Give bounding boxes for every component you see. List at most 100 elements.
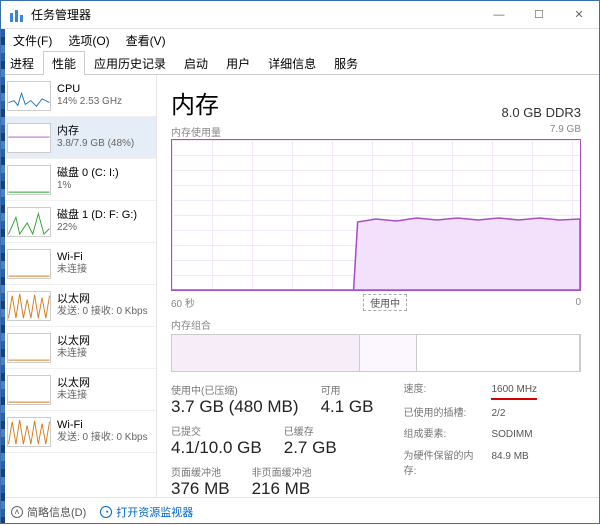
sidebar-item-sub: 未连接 (57, 348, 90, 360)
sidebar-thumb (7, 165, 51, 195)
stat-block: 非页面缓冲池 216 MB (252, 464, 312, 499)
stat-block: 页面缓冲池 376 MB (171, 464, 230, 499)
stat-value: 2.7 GB (284, 438, 337, 458)
tab-users[interactable]: 用户 (217, 51, 259, 75)
chart-x-left: 60 秒 (171, 295, 195, 310)
sidebar-item-3[interactable]: 磁盘 1 (D: F: G:) 22% (1, 201, 156, 243)
sidebar-item-sub: 发送: 0 接收: 0 Kbps (57, 432, 148, 444)
menu-file[interactable]: 文件(F) (5, 30, 60, 51)
chevron-up-icon: ˄ (11, 506, 23, 518)
kv-key: 已使用的插槽: (403, 406, 481, 422)
in-use-marker: 使用中 (363, 294, 407, 311)
kv-row: 速度: 1600 MHz (403, 382, 537, 400)
titlebar[interactable]: 任务管理器 — ☐ ✕ (1, 1, 599, 29)
sidebar-item-name: Wi-Fi (57, 419, 148, 432)
stat-label: 已缓存 (284, 423, 337, 438)
chart-ylabel: 内存使用量 (171, 124, 221, 139)
stat-value: 216 MB (252, 479, 312, 499)
fewer-details-button[interactable]: ˄ 简略信息(D) (11, 504, 86, 520)
sidebar: CPU 14% 2.53 GHz 内存 3.8/7.9 GB (48%) 磁盘 … (1, 75, 157, 497)
sidebar-thumb (7, 333, 51, 363)
sidebar-thumb (7, 375, 51, 405)
stat-block: 已缓存 2.7 GB (284, 423, 337, 458)
memory-composition-bar (171, 334, 581, 372)
maximize-button[interactable]: ☐ (519, 1, 559, 29)
sidebar-item-name: Wi-Fi (57, 251, 87, 264)
kv-value: 2/2 (491, 406, 505, 422)
sidebar-item-name: CPU (57, 83, 122, 96)
tab-apphistory[interactable]: 应用历史记录 (85, 51, 175, 75)
kv-key: 组成要素: (403, 427, 481, 443)
tab-details[interactable]: 详细信息 (259, 51, 325, 75)
main-panel: 内存 8.0 GB DDR3 内存使用量 7.9 GB 60 秒 使用中 0 内… (157, 75, 599, 497)
sidebar-item-2[interactable]: 磁盘 0 (C: I:) 1% (1, 159, 156, 201)
sidebar-item-sub: 发送: 0 接收: 0 Kbps (57, 306, 148, 318)
menu-options[interactable]: 选项(O) (60, 30, 117, 51)
sidebar-item-sub: 14% 2.53 GHz (57, 96, 122, 108)
sidebar-item-name: 磁盘 0 (C: I:) (57, 167, 119, 180)
sidebar-item-name: 内存 (57, 125, 134, 138)
sidebar-thumb (7, 81, 51, 111)
open-resmon-link[interactable]: ◔ 打开资源监视器 (100, 504, 193, 520)
sidebar-item-7[interactable]: 以太网 未连接 (1, 369, 156, 411)
sidebar-thumb (7, 249, 51, 279)
window-edge-strip (1, 29, 5, 523)
tab-processes[interactable]: 进程 (1, 51, 43, 75)
kv-row: 组成要素: SODIMM (403, 427, 537, 443)
minimize-button[interactable]: — (479, 1, 519, 29)
sidebar-item-5[interactable]: 以太网 发送: 0 接收: 0 Kbps (1, 285, 156, 327)
sidebar-item-sub: 未连接 (57, 390, 90, 402)
composition-label: 内存组合 (171, 317, 581, 332)
footer: ˄ 简略信息(D) ◔ 打开资源监视器 (1, 497, 599, 525)
sidebar-thumb (7, 123, 51, 153)
kv-key: 为硬件保留的内存: (403, 449, 481, 480)
sidebar-item-name: 以太网 (57, 293, 148, 306)
stat-label: 可用 (321, 382, 374, 397)
close-button[interactable]: ✕ (559, 1, 599, 29)
sidebar-item-0[interactable]: CPU 14% 2.53 GHz (1, 75, 156, 117)
tab-startup[interactable]: 启动 (175, 51, 217, 75)
kv-value: 1600 MHz (491, 382, 537, 400)
stat-label: 已提交 (171, 423, 262, 438)
stat-label: 页面缓冲池 (171, 464, 230, 479)
resmon-icon: ◔ (100, 506, 112, 518)
window-title: 任务管理器 (31, 6, 479, 23)
sidebar-item-1[interactable]: 内存 3.8/7.9 GB (48%) (1, 117, 156, 159)
sidebar-item-name: 磁盘 1 (D: F: G:) (57, 209, 137, 222)
stat-block: 使用中(已压缩) 3.7 GB (480 MB) (171, 382, 299, 417)
sidebar-item-name: 以太网 (57, 335, 90, 348)
chart-ymax: 7.9 GB (550, 124, 581, 139)
sidebar-item-sub: 3.8/7.9 GB (48%) (57, 138, 134, 150)
kv-value: SODIMM (491, 427, 532, 443)
sidebar-thumb (7, 207, 51, 237)
composition-used (172, 335, 360, 371)
sidebar-item-name: 以太网 (57, 377, 90, 390)
app-icon (9, 7, 25, 23)
menu-view[interactable]: 查看(V) (118, 30, 174, 51)
kv-value: 84.9 MB (491, 449, 528, 480)
composition-free (417, 335, 580, 371)
sidebar-item-sub: 1% (57, 180, 119, 192)
memory-usage-chart (171, 139, 581, 291)
stat-value: 4.1/10.0 GB (171, 438, 262, 458)
tab-services[interactable]: 服务 (325, 51, 367, 75)
page-title: 内存 (171, 85, 219, 120)
sidebar-item-6[interactable]: 以太网 未连接 (1, 327, 156, 369)
sidebar-thumb (7, 417, 51, 447)
tabbar: 进程 性能 应用历史记录 启动 用户 详细信息 服务 (1, 51, 599, 75)
sidebar-item-sub: 未连接 (57, 264, 87, 276)
kv-row: 为硬件保留的内存: 84.9 MB (403, 449, 537, 480)
composition-cached (360, 335, 417, 371)
kv-key: 速度: (403, 382, 481, 400)
sidebar-item-sub: 22% (57, 222, 137, 234)
stat-block: 已提交 4.1/10.0 GB (171, 423, 262, 458)
sidebar-item-4[interactable]: Wi-Fi 未连接 (1, 243, 156, 285)
stat-value: 3.7 GB (480 MB) (171, 397, 299, 417)
menubar: 文件(F) 选项(O) 查看(V) (1, 29, 599, 51)
stat-block: 可用 4.1 GB (321, 382, 374, 417)
stat-label: 使用中(已压缩) (171, 382, 299, 397)
kv-row: 已使用的插槽: 2/2 (403, 406, 537, 422)
sidebar-item-8[interactable]: Wi-Fi 发送: 0 接收: 0 Kbps (1, 411, 156, 453)
stat-value: 376 MB (171, 479, 230, 499)
tab-performance[interactable]: 性能 (43, 51, 85, 75)
